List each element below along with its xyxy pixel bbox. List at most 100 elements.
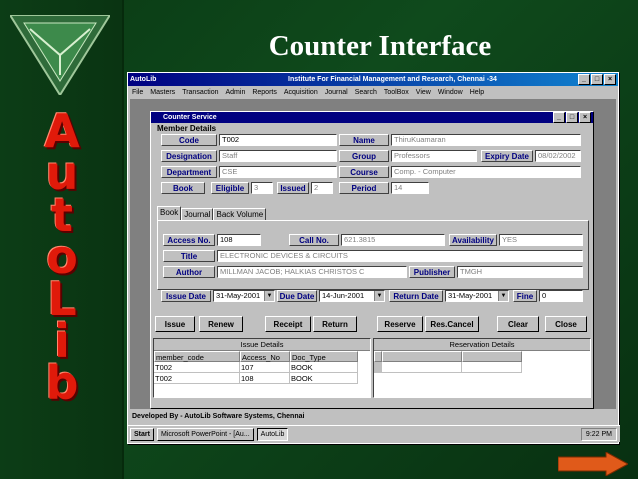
publisher-field[interactable]: TMGH bbox=[457, 266, 583, 278]
member-details-label: Member Details bbox=[157, 124, 217, 133]
designation-field[interactable]: Staff bbox=[219, 150, 337, 162]
receipt-button[interactable]: Receipt bbox=[265, 316, 311, 332]
reserve-button[interactable]: Reserve bbox=[377, 316, 423, 332]
logo-sidebar: A u t o L i b bbox=[0, 0, 124, 479]
course-field[interactable]: Comp. - Computer bbox=[391, 166, 581, 178]
group-field[interactable]: Professors bbox=[391, 150, 477, 162]
res-cancel-button[interactable]: Res.Cancel bbox=[425, 316, 479, 332]
logo-triangle-icon bbox=[10, 15, 110, 95]
fine-label: Fine bbox=[513, 290, 537, 302]
author-field[interactable]: MILLMAN JACOB; HALKIAS CHRISTOS C bbox=[217, 266, 407, 278]
close-button[interactable]: Close bbox=[545, 316, 587, 332]
department-label: Department bbox=[161, 166, 217, 178]
menu-masters[interactable]: Masters bbox=[150, 89, 175, 96]
due-date-select[interactable]: 14-Jun-2001 ▼ bbox=[319, 290, 385, 302]
child-title: Counter Service bbox=[163, 114, 217, 121]
app-status-bar: Developed By - AutoLib Software Systems,… bbox=[132, 413, 305, 420]
table-cell: T002 bbox=[154, 373, 240, 384]
start-button[interactable]: Start bbox=[130, 427, 154, 441]
row-selector bbox=[374, 351, 382, 362]
menu-help[interactable]: Help bbox=[470, 89, 484, 96]
app-title: AutoLib bbox=[130, 76, 157, 83]
call-no-label: Call No. bbox=[289, 234, 339, 246]
period-label: Period bbox=[339, 182, 389, 194]
access-no-field[interactable]: 108 bbox=[217, 234, 261, 246]
issued-label: Issued bbox=[277, 182, 309, 194]
issue-date-select[interactable]: 31-May-2001 ▼ bbox=[213, 290, 275, 302]
period-field[interactable]: 14 bbox=[391, 182, 429, 194]
column-header[interactable]: Access_No bbox=[240, 351, 290, 362]
menu-transaction[interactable]: Transaction bbox=[182, 89, 218, 96]
table-row[interactable]: T002 107 BOOK bbox=[154, 362, 370, 373]
child-close-icon[interactable]: × bbox=[579, 112, 591, 123]
title-label: Title bbox=[163, 250, 215, 262]
dropdown-arrow-icon[interactable]: ▼ bbox=[498, 291, 508, 301]
call-no-field[interactable]: 621.3815 bbox=[341, 234, 445, 246]
table-cell: BOOK bbox=[290, 373, 358, 384]
availability-field[interactable]: YES bbox=[499, 234, 583, 246]
clear-button[interactable]: Clear bbox=[497, 316, 539, 332]
menu-window[interactable]: Window bbox=[438, 89, 463, 96]
issue-details-header-row: member_code Access_No Doc_Type bbox=[154, 351, 370, 362]
dropdown-arrow-icon[interactable]: ▼ bbox=[374, 291, 384, 301]
logo-letter: b bbox=[45, 356, 81, 410]
menu-search[interactable]: Search bbox=[355, 89, 377, 96]
column-header[interactable] bbox=[382, 351, 462, 362]
child-minimize-icon[interactable]: _ bbox=[553, 112, 565, 123]
column-header[interactable]: Doc_Type bbox=[290, 351, 358, 362]
course-label: Course bbox=[339, 166, 389, 178]
minimize-icon[interactable]: _ bbox=[578, 74, 590, 85]
issue-button[interactable]: Issue bbox=[155, 316, 195, 332]
taskbar-item-autolib[interactable]: AutoLib bbox=[256, 427, 289, 441]
menu-journal[interactable]: Journal bbox=[325, 89, 348, 96]
due-date-label: Due Date bbox=[277, 290, 317, 302]
access-no-label: Access No. bbox=[163, 234, 215, 246]
column-header[interactable] bbox=[462, 351, 522, 362]
department-field[interactable]: CSE bbox=[219, 166, 337, 178]
dropdown-arrow-icon[interactable]: ▼ bbox=[264, 291, 274, 301]
issue-date-value: 31-May-2001 bbox=[216, 291, 261, 300]
table-row[interactable]: T002 108 BOOK bbox=[154, 373, 370, 384]
table-cell bbox=[382, 362, 462, 373]
menu-admin[interactable]: Admin bbox=[226, 89, 246, 96]
name-field[interactable]: ThiruKuamaran bbox=[391, 134, 581, 146]
author-label: Author bbox=[163, 266, 215, 278]
return-button[interactable]: Return bbox=[313, 316, 357, 332]
tab-book[interactable]: Book bbox=[157, 206, 182, 221]
next-arrow-icon[interactable] bbox=[558, 452, 628, 476]
table-row[interactable] bbox=[374, 362, 590, 373]
eligible-field[interactable]: 3 bbox=[251, 182, 273, 194]
mdi-area: Counter Service _ □ × Member Details Cod… bbox=[130, 99, 616, 409]
close-icon[interactable]: × bbox=[604, 74, 616, 85]
group-label: Group bbox=[339, 150, 389, 162]
table-cell: 108 bbox=[240, 373, 290, 384]
code-label: Code bbox=[161, 134, 217, 146]
issued-field[interactable]: 2 bbox=[311, 182, 333, 194]
table-cell bbox=[462, 362, 522, 373]
taskbar-item-powerpoint[interactable]: Microsoft PowerPoint - [Au... bbox=[156, 427, 254, 441]
title-field[interactable]: ELECTRONIC DEVICES & CIRCUITS bbox=[217, 250, 583, 262]
return-date-label: Return Date bbox=[389, 290, 443, 302]
menu-view[interactable]: View bbox=[416, 89, 431, 96]
return-date-select[interactable]: 31-May-2001 ▼ bbox=[445, 290, 509, 302]
eligible-label: Eligible bbox=[211, 182, 249, 194]
menu-acquisition[interactable]: Acquisition bbox=[284, 89, 318, 96]
reservation-details-grid: Reservation Details bbox=[373, 338, 591, 398]
maximize-icon[interactable]: □ bbox=[591, 74, 603, 85]
renew-button[interactable]: Renew bbox=[199, 316, 243, 332]
name-label: Name bbox=[339, 134, 389, 146]
code-field[interactable]: T002 bbox=[219, 134, 337, 146]
menu-toolbox[interactable]: ToolBox bbox=[384, 89, 409, 96]
designation-label: Designation bbox=[161, 150, 217, 162]
issue-date-label: Issue Date bbox=[161, 290, 211, 302]
column-header[interactable]: member_code bbox=[154, 351, 240, 362]
issue-details-grid: Issue Details member_code Access_No Doc_… bbox=[153, 338, 371, 398]
publisher-label: Publisher bbox=[409, 266, 455, 278]
slide-title: Counter Interface bbox=[268, 30, 492, 62]
menu-reports[interactable]: Reports bbox=[252, 89, 277, 96]
fine-field[interactable]: 0 bbox=[539, 290, 583, 302]
menu-file[interactable]: File bbox=[132, 89, 143, 96]
expiry-date-field[interactable]: 08/02/2002 bbox=[535, 150, 581, 162]
issue-details-title: Issue Details bbox=[154, 339, 370, 351]
child-maximize-icon[interactable]: □ bbox=[566, 112, 578, 123]
